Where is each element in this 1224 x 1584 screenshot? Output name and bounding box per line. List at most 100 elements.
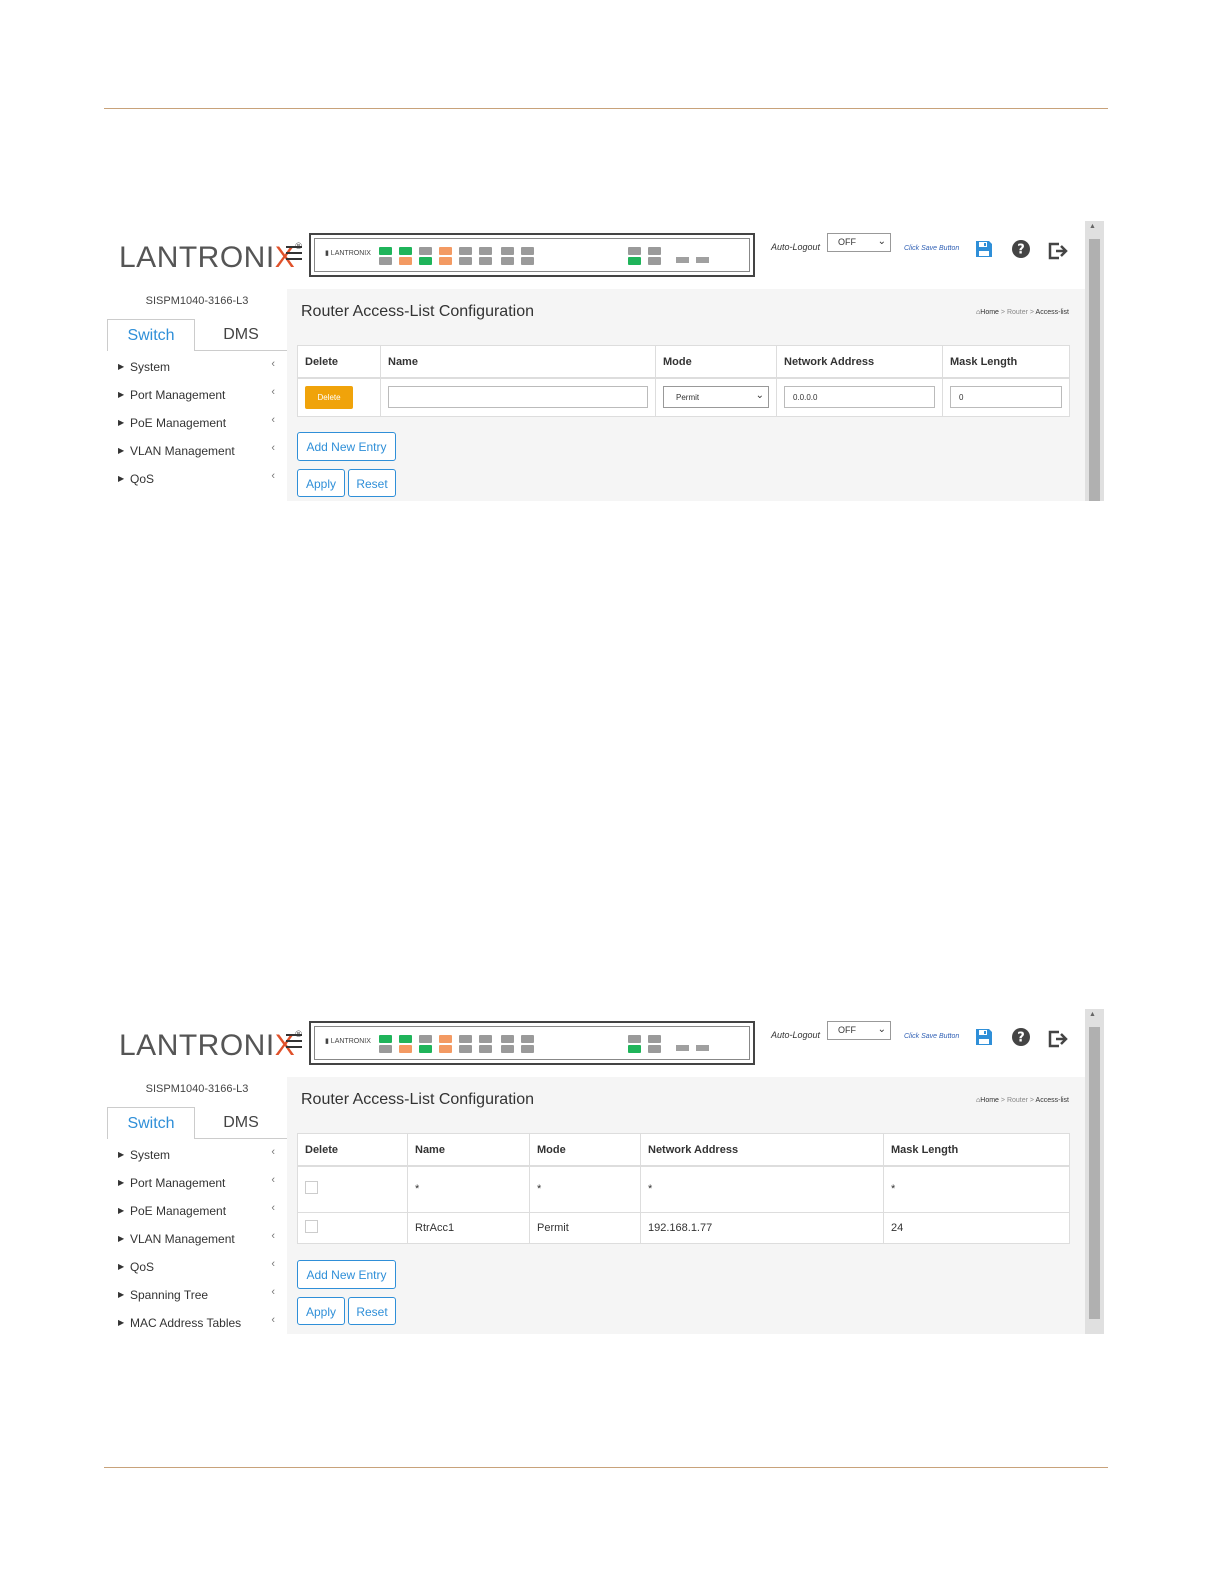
cell-mode: * [529, 1165, 641, 1213]
sidebar-item-qos[interactable]: ▶ QoS ‹ [107, 1255, 287, 1283]
breadcrumb-home[interactable]: ⌂Home [976, 1097, 999, 1104]
sidebar-item-port-management[interactable]: ▶ Port Management ‹ [107, 1171, 287, 1199]
sidebar-item-qos[interactable]: ▶ QoS ‹ [107, 467, 287, 495]
click-save-hint: Click Save Button [904, 1033, 960, 1040]
device-logo-icon: ▮ LANTRONIX [325, 1038, 371, 1045]
col-mode: Mode [655, 345, 777, 379]
sidebar-item-mac-address-tables[interactable]: ▶ MAC Address Tables ‹ [107, 1311, 287, 1334]
page-title: Router Access-List Configuration [301, 1091, 534, 1108]
chevron-left-icon: ‹ [271, 1230, 275, 1242]
caret-right-icon: ▶ [118, 474, 125, 483]
svg-text:?: ? [1017, 1031, 1025, 1046]
top-header: LANTRONIX® ▮ LANTRONIX Auto-Logout OFF⌄ … [107, 1009, 1085, 1077]
sidebar: SISPM1040-3166-L3 Switch DMS ▶ System ‹ ▶ P… [107, 1077, 287, 1334]
mode-select[interactable]: Permit ⌄ [663, 386, 769, 409]
device-model: SISPM1040-3166-L3 [145, 295, 249, 307]
sidebar-item-port-management[interactable]: ▶ Port Management ‹ [107, 383, 287, 411]
sidebar-tabs: Switch DMS [107, 1107, 287, 1139]
breadcrumb-home[interactable]: ⌂Home [976, 309, 999, 316]
cell-network-address: 192.168.1.77 [640, 1211, 884, 1244]
sidebar-item-system[interactable]: ▶ System ‹ [107, 355, 287, 383]
table-row: * * * * [297, 1165, 1070, 1213]
apply-button[interactable]: Apply [297, 469, 345, 497]
chevron-left-icon: ‹ [271, 442, 275, 454]
caret-right-icon: ▶ [118, 362, 125, 371]
auto-logout-select[interactable]: OFF ⌄ [827, 1021, 891, 1040]
delete-checkbox[interactable] [305, 1181, 318, 1195]
chevron-down-icon: ⌄ [755, 390, 764, 402]
chevron-left-icon: ‹ [271, 414, 275, 426]
save-icon[interactable] [974, 1027, 994, 1047]
sidebar-item-poe-management[interactable]: ▶ PoE Management ‹ [107, 411, 287, 439]
help-icon[interactable]: ? [1011, 239, 1031, 259]
breadcrumb-router[interactable]: Router [1007, 1097, 1028, 1104]
cell-name: * [407, 1165, 530, 1213]
col-delete: Delete [297, 345, 381, 379]
col-network-address: Network Address [640, 1133, 884, 1167]
caret-right-icon: ▶ [118, 1206, 125, 1215]
tab-dms[interactable]: DMS [195, 319, 287, 351]
caret-right-icon: ▶ [118, 1234, 125, 1243]
click-save-hint: Click Save Button [904, 245, 960, 252]
menu-toggle-icon[interactable] [286, 1034, 302, 1048]
menu-toggle-icon[interactable] [286, 246, 302, 260]
sidebar-item-vlan-management[interactable]: ▶ VLAN Management ‹ [107, 1227, 287, 1255]
scrollbar[interactable]: ▲ [1085, 221, 1104, 501]
delete-button[interactable]: Delete [305, 385, 353, 409]
tab-switch[interactable]: Switch [107, 1107, 195, 1139]
help-icon[interactable]: ? [1011, 1027, 1031, 1047]
tab-switch[interactable]: Switch [107, 319, 195, 351]
logout-icon[interactable] [1047, 241, 1069, 261]
chevron-left-icon: ‹ [271, 1174, 275, 1186]
breadcrumb: ⌂Home > Router > Access-list [976, 309, 1069, 316]
col-mask-length: Mask Length [942, 345, 1070, 379]
col-mode: Mode [529, 1133, 641, 1167]
chevron-left-icon: ‹ [271, 470, 275, 482]
add-new-entry-button[interactable]: Add New Entry [297, 432, 396, 461]
sidebar-item-poe-management[interactable]: ▶ PoE Management ‹ [107, 1199, 287, 1227]
lantronix-logo: LANTRONIX® [119, 241, 302, 274]
col-network-address: Network Address [776, 345, 943, 379]
breadcrumb-router[interactable]: Router [1007, 309, 1028, 316]
access-list-table: Delete Name Mode Network Address Mask Le… [297, 345, 1070, 417]
screenshot-2: LANTRONIX® ▮ LANTRONIX Auto-Logout OFF⌄ … [107, 1009, 1104, 1334]
auto-logout-select[interactable]: OFF ⌄ [827, 233, 891, 252]
reset-button[interactable]: Reset [348, 469, 396, 497]
svg-text:?: ? [1017, 243, 1025, 258]
caret-right-icon: ▶ [118, 1150, 125, 1159]
page-top-rule [104, 108, 1108, 109]
main-content: Router Access-List Configuration ⌂Home >… [287, 289, 1085, 501]
cell-mode: Permit [529, 1211, 641, 1244]
page-title: Router Access-List Configuration [301, 303, 534, 320]
chevron-left-icon: ‹ [271, 1286, 275, 1298]
mask-length-input[interactable]: 0 [950, 386, 1062, 409]
table-row: RtrAcc1 Permit 192.168.1.77 24 [297, 1211, 1070, 1244]
col-delete: Delete [297, 1133, 408, 1167]
delete-checkbox[interactable] [305, 1219, 318, 1233]
reset-button[interactable]: Reset [348, 1297, 396, 1325]
auto-logout-label: Auto-Logout [771, 1030, 821, 1040]
chevron-left-icon: ‹ [271, 1314, 275, 1326]
scroll-up-icon[interactable]: ▲ [1089, 223, 1096, 230]
breadcrumb-current: Access-list [1035, 309, 1069, 316]
name-input[interactable] [388, 386, 648, 409]
cell-mask-length: 24 [883, 1211, 1070, 1244]
sidebar-item-spanning-tree[interactable]: ▶ Spanning Tree ‹ [107, 1283, 287, 1311]
scrollbar[interactable]: ▲ [1085, 1009, 1104, 1334]
chevron-left-icon: ‹ [271, 1258, 275, 1270]
apply-button[interactable]: Apply [297, 1297, 345, 1325]
col-name: Name [407, 1133, 530, 1167]
screenshot-1: LANTRONIX® ▮ LANTRONIX Auto-Logout OFF⌄ … [107, 221, 1104, 501]
sidebar-item-vlan-management[interactable]: ▶ VLAN Management ‹ [107, 439, 287, 467]
chevron-left-icon: ‹ [271, 358, 275, 370]
scroll-up-icon[interactable]: ▲ [1089, 1011, 1096, 1018]
network-address-input[interactable]: 0.0.0.0 [784, 386, 935, 409]
main-content: Router Access-List Configuration ⌂Home >… [287, 1077, 1085, 1334]
tab-dms[interactable]: DMS [195, 1107, 287, 1139]
add-new-entry-button[interactable]: Add New Entry [297, 1260, 396, 1289]
logout-icon[interactable] [1047, 1029, 1069, 1049]
sidebar-item-system[interactable]: ▶ System ‹ [107, 1143, 287, 1171]
access-list-table: Delete Name Mode Network Address Mask Le… [297, 1133, 1070, 1244]
caret-right-icon: ▶ [118, 446, 125, 455]
save-icon[interactable] [974, 239, 994, 259]
